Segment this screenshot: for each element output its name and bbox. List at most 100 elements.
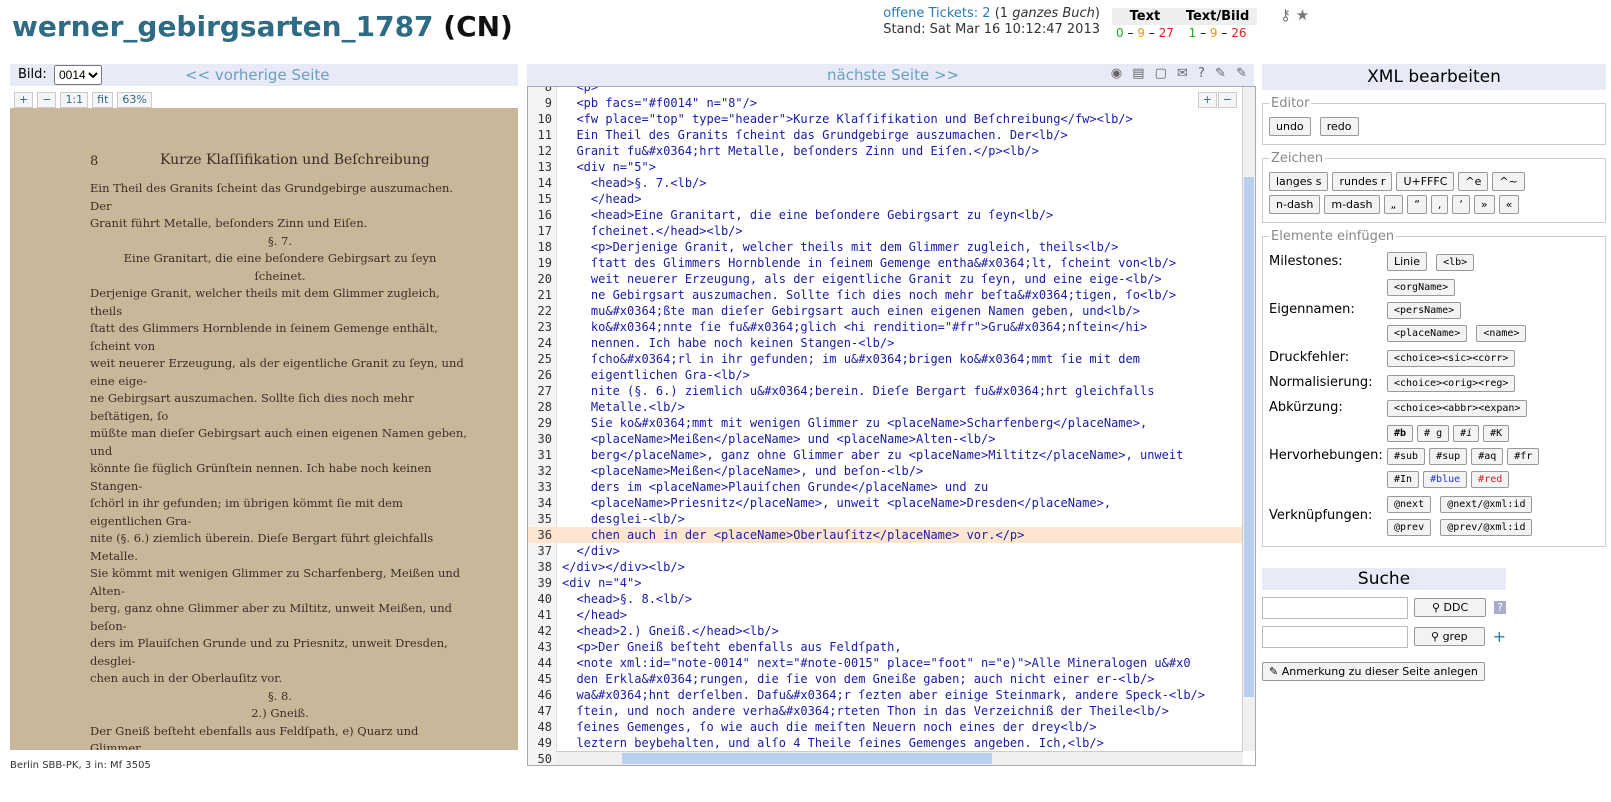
code-line[interactable]: 41 </head> (528, 607, 1243, 623)
editor-minus-button[interactable]: − (1217, 92, 1241, 108)
zoom-level[interactable]: 63% (117, 92, 152, 108)
code-text[interactable]: ſeines Gemenges, ſo wie auch die meiſten… (562, 720, 1096, 734)
hervorhebung-button[interactable]: #K (1483, 425, 1510, 442)
code-text[interactable]: <placeName>Priesnitz</placeName>, unweit… (562, 496, 1111, 510)
code-line[interactable]: 39 <div n="4"> (528, 575, 1243, 591)
zeichen-button[interactable]: langes s (1269, 172, 1329, 191)
code-text[interactable]: weit neuerer Erzeugung, als der eigentli… (562, 272, 1162, 286)
code-text[interactable]: nite (§. 6.) ziemlich u&#x0364;berein. D… (562, 384, 1155, 398)
zeichen-button[interactable]: ^~ (1492, 172, 1525, 191)
code-line[interactable]: 9 <pb facs="#f0014" n="8"/> (528, 95, 1243, 111)
zeichen-button[interactable]: ‘ (1452, 195, 1470, 214)
page-scan-image[interactable]: 8 Kurze Klaſſifikation und Beſchreibung … (10, 108, 518, 750)
zeichen-button[interactable]: n-dash (1269, 195, 1321, 214)
code-line[interactable]: 10 <fw place="top" type="header">Kurze K… (528, 111, 1243, 127)
code-line[interactable]: 35 desglei-<lb/> (528, 511, 1243, 527)
editor-tool-icons[interactable]: ◉ ▤ ▢ ✉ ? ✎ ✎ (1111, 66, 1250, 81)
zeichen-button[interactable]: , (1430, 195, 1449, 214)
code-text[interactable]: ſcheinet.</head><lb/> (562, 224, 743, 238)
code-text[interactable]: ſtatt des Glimmers Hornblende in ſeinem … (562, 256, 1176, 270)
zeichen-button[interactable]: » (1473, 195, 1495, 214)
code-line[interactable]: 28 Metalle.<lb/> (528, 399, 1243, 415)
code-line[interactable]: 42 <head>2.) Gneiß.</head><lb/> (528, 623, 1243, 639)
vertical-scrollbar[interactable] (1242, 87, 1255, 751)
code-text[interactable]: <placeName>Meißen</placeName>, und beſon… (562, 464, 923, 478)
abkuerzung-button[interactable]: <choice><abbr><expan> (1387, 400, 1528, 417)
code-line[interactable]: 31 berg</placeName>, ganz ohne Glimmer a… (528, 447, 1243, 463)
zoom-in-button[interactable]: + (14, 92, 34, 108)
zeichen-button[interactable]: rundes r (1332, 172, 1393, 191)
code-line[interactable]: 40 <head>§. 8.<lb/> (528, 591, 1243, 607)
key-icon[interactable]: ⚷ (1280, 6, 1291, 24)
hervorhebung-button[interactable]: #red (1471, 471, 1510, 488)
hervorhebung-button[interactable]: #sub (1387, 448, 1426, 465)
code-line[interactable]: 17 ſcheinet.</head><lb/> (528, 223, 1243, 239)
code-line[interactable]: 15 </head> (528, 191, 1243, 207)
code-text[interactable]: <p>Der Gneiß beſteht ebenfalls aus Feldſ… (562, 640, 901, 654)
code-line[interactable]: 13 <div n="5"> (528, 159, 1243, 175)
xml-editor[interactable]: 8 <p> 9 <pb facs="#f0014" n="8"/> 10 <fw p… (527, 86, 1256, 766)
hervorhebung-button[interactable]: #aq (1471, 448, 1504, 465)
code-text[interactable]: Sie ko&#x0364;mmt mit wenigen Glimmer zu… (562, 416, 1147, 430)
code-text[interactable]: Granit fu&#x0364;hrt Metalle, beſonders … (562, 144, 1038, 158)
undo-button[interactable]: undo (1269, 117, 1311, 136)
redo-button[interactable]: redo (1319, 117, 1359, 136)
milestone-lb-button[interactable]: <lb> (1436, 254, 1475, 271)
bild-select[interactable]: 0014 (54, 65, 102, 85)
add-annotation-button[interactable]: ✎ Anmerkung zu dieser Seite anlegen (1262, 662, 1485, 681)
code-line[interactable]: 18 <p>Derjenige Granit, welcher theils m… (528, 239, 1243, 255)
code-text[interactable]: <p>Derjenige Granit, welcher theils mit … (562, 240, 1118, 254)
zeichen-button[interactable]: “ (1407, 195, 1427, 214)
zeichen-button[interactable]: m-dash (1324, 195, 1380, 214)
code-line[interactable]: 22 mu&#x0364;ßte man dieſer Gebirgsart a… (528, 303, 1243, 319)
code-text[interactable]: ſtein, und noch andere verha&#x0364;rtet… (562, 704, 1168, 718)
code-line[interactable]: 19 ſtatt des Glimmers Hornblende in ſein… (528, 255, 1243, 271)
code-line[interactable]: 24 nennen. Ich habe noch keinen Stangen-… (528, 335, 1243, 351)
code-line[interactable]: 47 ſtein, und noch andere verha&#x0364;r… (528, 703, 1243, 719)
code-text[interactable]: berg</placeName>, ganz ohne Glimmer aber… (562, 448, 1183, 462)
next-button[interactable]: @next (1387, 496, 1432, 513)
next-page-link[interactable]: nächste Seite >> (827, 66, 959, 84)
ddc-search-button[interactable]: ⚲ DDC (1414, 598, 1487, 617)
code-line[interactable]: 46 wa&#x0364;hnt derſelben. Dafu&#x0364;… (528, 687, 1243, 703)
code-line[interactable]: 11 Ein Theil des Granits ſcheint das Gru… (528, 127, 1243, 143)
code-text[interactable]: eigentlichen Gra-<lb/> (562, 368, 750, 382)
code-line[interactable]: 37 </div> (528, 543, 1243, 559)
zeichen-button[interactable]: ^e (1458, 172, 1489, 191)
code-line[interactable]: 36 chen auch in der <placeName>Oberlauſi… (528, 527, 1243, 543)
code-line[interactable]: 8 <p> (528, 87, 1243, 95)
code-line[interactable]: 27 nite (§. 6.) ziemlich u&#x0364;berein… (528, 383, 1243, 399)
code-text[interactable]: ders im <placeName>Plauiſchen Grunde</pl… (562, 480, 988, 494)
hervorhebung-button[interactable]: # g (1417, 425, 1450, 442)
previous-page-link[interactable]: << vorherige Seite (185, 66, 329, 84)
normalisierung-button[interactable]: <choice><orig><reg> (1387, 375, 1516, 392)
name-button[interactable]: <name> (1476, 325, 1527, 342)
ddc-search-input[interactable] (1262, 596, 1408, 619)
code-line[interactable]: 34 <placeName>Priesnitz</placeName>, unw… (528, 495, 1243, 511)
orgname-button[interactable]: <orgName> (1387, 279, 1456, 296)
prev-xmlid-button[interactable]: @prev/@xml:id (1440, 519, 1533, 536)
code-text[interactable]: <placeName>Meißen</placeName> und <place… (562, 432, 996, 446)
code-text[interactable]: <p> (562, 87, 598, 94)
code-line[interactable]: 21 ne Gebirgsart auszumachen. Sollte ſic… (528, 287, 1243, 303)
help-icon[interactable]: ? (1494, 601, 1506, 614)
grep-search-input[interactable] (1262, 625, 1408, 648)
milestone-linie-button[interactable]: Linie (1387, 252, 1427, 271)
zeichen-button[interactable]: U+FFFC (1396, 172, 1455, 191)
code-text[interactable]: <head>Eine Granitart, die eine beſondere… (562, 208, 1053, 222)
code-text[interactable]: ko&#x0364;nnte ſie fu&#x0364;glich <hi r… (562, 320, 1147, 334)
persname-button[interactable]: <persName> (1387, 302, 1462, 319)
code-text[interactable]: <head>§. 7.<lb/> (562, 176, 707, 190)
code-text[interactable]: Ein Theil des Granits ſcheint das Grundg… (562, 128, 1067, 142)
code-line[interactable]: 33 ders im <placeName>Plauiſchen Grunde<… (528, 479, 1243, 495)
hervorhebung-button[interactable]: #fr (1507, 448, 1540, 465)
zeichen-button[interactable]: „ (1383, 195, 1404, 214)
code-line[interactable]: 48 ſeines Gemenges, ſo wie auch die meiſ… (528, 719, 1243, 735)
code-line[interactable]: 30 <placeName>Meißen</placeName> und <pl… (528, 431, 1243, 447)
hervorhebung-button[interactable]: #sup (1429, 448, 1468, 465)
horizontal-scrollbar[interactable] (556, 751, 1243, 765)
code-text[interactable]: <pb facs="#f0014" n="8"/> (562, 96, 757, 110)
code-text[interactable]: nennen. Ich habe noch keinen Stangen-<lb… (562, 336, 894, 350)
hervorhebung-button[interactable]: #blue (1423, 471, 1468, 488)
code-text[interactable]: <div n="4"> (562, 576, 641, 590)
